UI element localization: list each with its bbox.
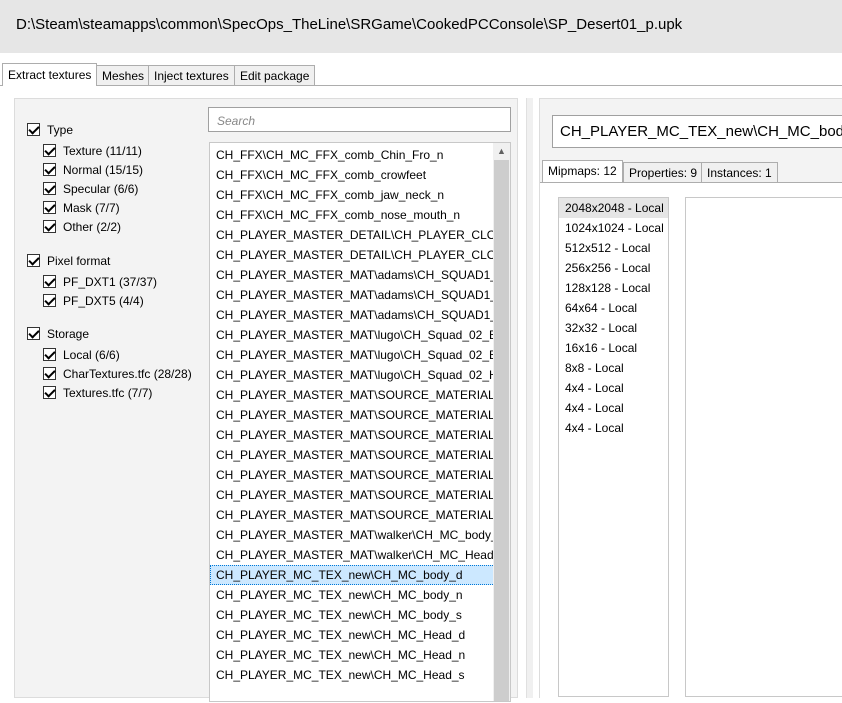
list-item[interactable]: 64x64 - Local — [559, 298, 668, 318]
filter-label: Storage — [47, 327, 90, 341]
list-item[interactable]: 4x4 - Local — [559, 378, 668, 398]
list-item[interactable]: 32x32 - Local — [559, 318, 668, 338]
list-item[interactable]: 256x256 - Local — [559, 258, 668, 278]
checkbox[interactable] — [43, 182, 56, 195]
tab-inject-textures[interactable]: Inject textures — [148, 65, 235, 85]
list-item[interactable]: 16x16 - Local — [559, 338, 668, 358]
filter-label: PF_DXT5 (4/4) — [63, 294, 144, 308]
list-item[interactable]: CH_PLAYER_MASTER_MAT\adams\CH_SQUAD1_BOD… — [210, 265, 495, 285]
filter-label: PF_DXT1 (37/37) — [63, 275, 158, 289]
filter-label: CharTextures.tfc (28/28) — [63, 367, 192, 381]
list-item[interactable]: CH_PLAYER_MASTER_MAT\adams\CH_SQUAD1_EYE… — [210, 285, 495, 305]
filter-label: Textures.tfc (7/7) — [63, 386, 153, 400]
texture-list[interactable]: CH_FFX\CH_MC_FFX_comb_Chin_Fro_n CH_FFX\C… — [209, 142, 511, 702]
checkbox[interactable] — [27, 327, 40, 340]
checkbox[interactable] — [43, 294, 56, 307]
list-item[interactable]: CH_PLAYER_MASTER_MAT\adams\CH_SQUAD1_SKI… — [210, 305, 495, 325]
list-item[interactable]: CH_FFX\CH_MC_FFX_comb_jaw_neck_n — [210, 185, 495, 205]
detail-tabs: Mipmaps: 12 Properties: 9 Instances: 1 — [540, 160, 842, 182]
list-item[interactable]: 1024x1024 - Local — [559, 218, 668, 238]
scrollbar-thumb[interactable] — [494, 160, 509, 701]
list-item[interactable]: CH_PLAYER_MASTER_MAT\SOURCE_MATERIALS\CH… — [210, 425, 495, 445]
list-item[interactable]: CH_PLAYER_MASTER_MAT\lugo\CH_Squad_02_HE… — [210, 365, 495, 385]
main-tabs: Extract textures Meshes Inject textures … — [0, 63, 842, 86]
scroll-up-icon[interactable]: ▲ — [493, 143, 510, 160]
list-item[interactable]: CH_PLAYER_MC_TEX_new\CH_MC_Head_n — [210, 645, 495, 665]
tab-properties[interactable]: Properties: 9 — [623, 162, 704, 182]
list-item[interactable]: CH_PLAYER_MASTER_MAT\SOURCE_MATERIALS\CH… — [210, 465, 495, 485]
list-item[interactable]: 2048x2048 - Local — [559, 198, 668, 218]
mipmaps-page: 2048x2048 - Local 1024x1024 - Local 512x51… — [540, 183, 842, 703]
texture-browser-panel: Type Texture (11/11) Normal (15/15) Spec… — [14, 98, 518, 702]
checkbox[interactable] — [27, 123, 40, 136]
list-item[interactable]: CH_FFX\CH_MC_FFX_comb_nose_mouth_n — [210, 205, 495, 225]
list-item[interactable]: 4x4 - Local — [559, 398, 668, 418]
tab-extract-textures[interactable]: Extract textures — [2, 63, 98, 86]
tab-edit-package[interactable]: Edit package — [234, 65, 316, 85]
checkbox[interactable] — [43, 367, 56, 380]
list-item[interactable]: CH_PLAYER_MASTER_MAT\lugo\CH_Squad_02_EY… — [210, 345, 495, 365]
checkbox[interactable] — [43, 220, 56, 233]
list-item[interactable]: CH_PLAYER_MASTER_MAT\lugo\CH_Squad_02_BO… — [210, 325, 495, 345]
list-item[interactable]: CH_PLAYER_MC_TEX_new\CH_MC_body_n — [210, 585, 495, 605]
checkbox[interactable] — [43, 348, 56, 361]
filter-label: Specular (6/6) — [63, 182, 139, 196]
list-item[interactable]: 512x512 - Local — [559, 238, 668, 258]
texture-detail-panel: CH_PLAYER_MC_TEX_new\CH_MC_body_d Mipmap… — [539, 98, 842, 703]
list-item[interactable]: CH_PLAYER_MC_TEX_new\CH_MC_Head_d — [210, 625, 495, 645]
list-item[interactable]: CH_PLAYER_MASTER_DETAIL\CH_PLAYER_CLOTHT… — [210, 245, 495, 265]
panel-splitter[interactable] — [526, 98, 533, 698]
extract-textures-page: Type Texture (11/11) Normal (15/15) Spec… — [0, 86, 842, 703]
texture-preview — [685, 197, 842, 697]
list-item[interactable]: CH_PLAYER_MC_TEX_new\CH_MC_body_s — [210, 605, 495, 625]
checkbox[interactable] — [43, 163, 56, 176]
list-item[interactable]: CH_PLAYER_MASTER_MAT\SOURCE_MATERIALS\CH… — [210, 405, 495, 425]
list-item[interactable]: 128x128 - Local — [559, 278, 668, 298]
window-title: D:\Steam\steamapps\common\SpecOps_TheLin… — [16, 16, 683, 33]
filter-label: Texture (11/11) — [63, 144, 142, 158]
list-item[interactable]: CH_FFX\CH_MC_FFX_comb_crowfeet — [210, 165, 495, 185]
filter-label: Local (6/6) — [63, 348, 120, 362]
checkbox[interactable] — [43, 144, 56, 157]
tab-meshes[interactable]: Meshes — [96, 65, 151, 85]
checkbox[interactable] — [43, 275, 56, 288]
list-item[interactable]: CH_PLAYER_MASTER_MAT\walker\CH_MC_Head_W… — [210, 545, 495, 565]
list-item[interactable]: CH_PLAYER_MASTER_MAT\walker\CH_MC_body_M — [210, 525, 495, 545]
tab-instances[interactable]: Instances: 1 — [701, 162, 778, 182]
filter-label: Normal (15/15) — [63, 163, 144, 177]
list-item[interactable]: CH_PLAYER_MASTER_MAT\SOURCE_MATERIALS\CH… — [210, 385, 495, 405]
list-item[interactable]: CH_PLAYER_MASTER_DETAIL\CH_PLAYER_CLOTHT… — [210, 225, 495, 245]
list-item[interactable]: CH_PLAYER_MC_TEX_new\CH_MC_Head_s — [210, 665, 495, 685]
tab-mipmaps[interactable]: Mipmaps: 12 — [542, 160, 623, 182]
filter-label: Pixel format — [47, 254, 111, 268]
filter-label: Mask (7/7) — [63, 201, 120, 215]
texture-name: CH_PLAYER_MC_TEX_new\CH_MC_body_d — [560, 123, 842, 140]
search-box[interactable] — [208, 107, 511, 132]
texture-list-items: CH_FFX\CH_MC_FFX_comb_Chin_Fro_n CH_FFX\C… — [210, 145, 495, 685]
checkbox[interactable] — [27, 254, 40, 267]
list-item[interactable]: CH_PLAYER_MASTER_MAT\SOURCE_MATERIALS\CH… — [210, 505, 495, 525]
filter-label: Type — [47, 123, 74, 137]
list-item[interactable]: CH_PLAYER_MASTER_MAT\SOURCE_MATERIALS\CH… — [210, 485, 495, 505]
list-item[interactable]: CH_PLAYER_MASTER_MAT\SOURCE_MATERIALS\CH… — [210, 445, 495, 465]
title-bar: D:\Steam\steamapps\common\SpecOps_TheLin… — [0, 0, 842, 53]
vertical-scrollbar[interactable]: ▲ — [493, 143, 510, 701]
texture-name-field[interactable]: CH_PLAYER_MC_TEX_new\CH_MC_body_d — [552, 115, 842, 148]
mipmap-list[interactable]: 2048x2048 - Local 1024x1024 - Local 512x51… — [558, 197, 669, 697]
search-input[interactable] — [215, 109, 499, 132]
list-item[interactable]: CH_PLAYER_MC_TEX_new\CH_MC_body_d — [210, 565, 495, 585]
list-item[interactable]: 8x8 - Local — [559, 358, 668, 378]
filter-label: Other (2/2) — [63, 220, 122, 234]
checkbox[interactable] — [43, 201, 56, 214]
list-item[interactable]: CH_FFX\CH_MC_FFX_comb_Chin_Fro_n — [210, 145, 495, 165]
checkbox[interactable] — [43, 386, 56, 399]
list-item[interactable]: 4x4 - Local — [559, 418, 668, 438]
